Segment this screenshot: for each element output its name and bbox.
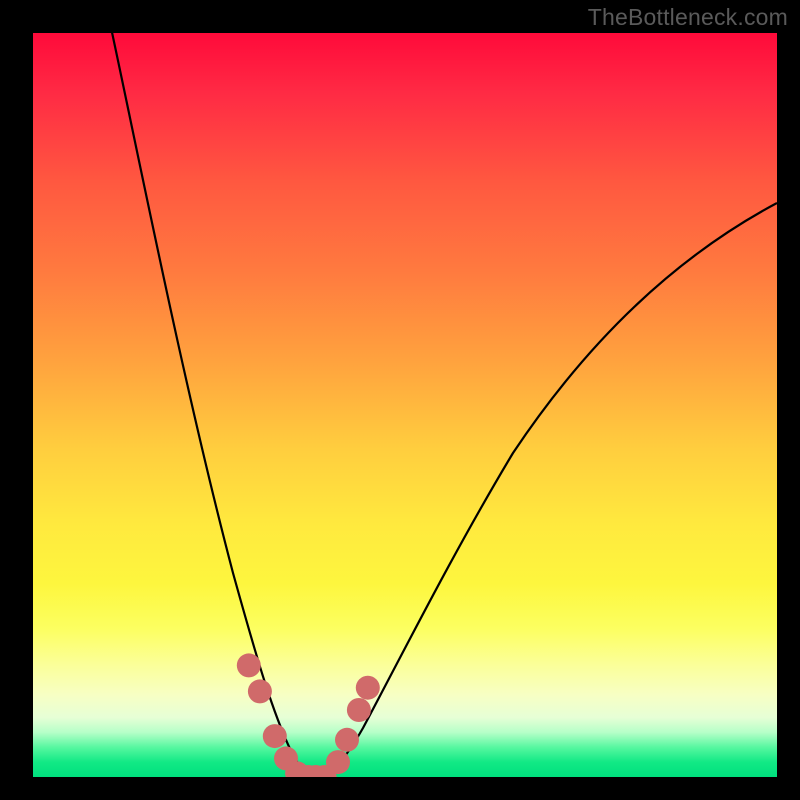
chart-frame: TheBottleneck.com xyxy=(0,0,800,800)
marker-dot xyxy=(326,750,350,774)
marker-dot xyxy=(335,728,359,752)
watermark-text: TheBottleneck.com xyxy=(588,4,788,31)
bottleneck-curve xyxy=(110,33,777,777)
curve-left xyxy=(110,33,316,777)
curve-right xyxy=(316,203,777,777)
marker-dot xyxy=(248,679,272,703)
marker-dot xyxy=(356,676,380,700)
marker-dot xyxy=(263,724,287,748)
plot-area xyxy=(33,33,777,777)
curve-layer xyxy=(33,33,777,777)
marker-dot xyxy=(237,653,261,677)
highlighted-points xyxy=(237,653,380,777)
marker-dot xyxy=(347,698,371,722)
